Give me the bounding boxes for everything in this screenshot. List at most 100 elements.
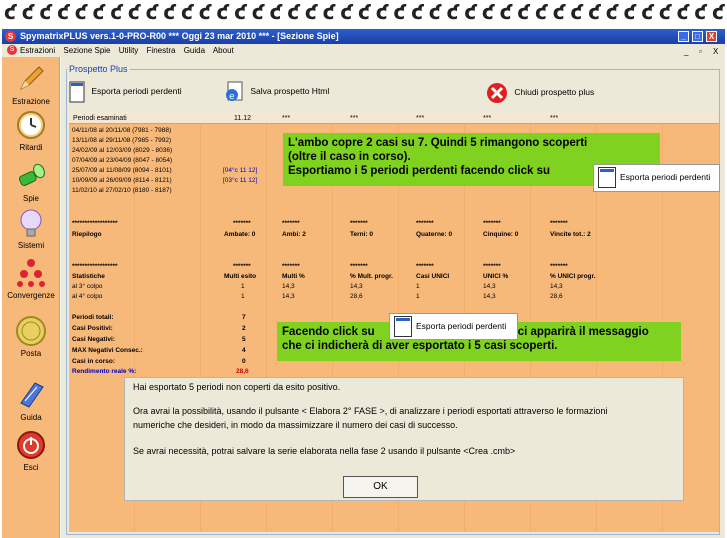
spiral-ring-icon: ƈ (517, 0, 530, 24)
table-row: 07/04/09 al 23/04/09 (8047 - 8054) (72, 157, 173, 164)
summary-label: Casi Positivi: (72, 325, 113, 332)
sidebar-item-sistemi[interactable]: Sistemi (2, 207, 60, 250)
sidebar-item-posta[interactable]: Posta (2, 315, 60, 358)
stat-cell: 14,3 (350, 283, 363, 290)
menu-sezione-spie[interactable]: Sezione Spie (63, 46, 110, 55)
sidebar-item-label: Guida (20, 413, 42, 422)
document-icon (598, 167, 616, 188)
spiral-ring-icon: ƈ (21, 0, 34, 24)
stat-header: Statistiche (72, 273, 105, 280)
menu-guida[interactable]: Guida (184, 46, 205, 55)
app-menu-icon[interactable]: S (7, 45, 17, 55)
spiral-ring-icon: ƈ (552, 0, 565, 24)
stat-header: Multi % (282, 273, 305, 280)
separator-row: ****************** (72, 263, 118, 270)
ok-button[interactable]: OK (343, 476, 418, 498)
spiral-ring-icon: ƈ (428, 0, 441, 24)
spiral-ring-icon: ƈ (499, 0, 512, 24)
app-icon: S (5, 31, 16, 42)
spiral-ring-icon: ƈ (181, 0, 193, 24)
sidebar-item-esci[interactable]: Esci (2, 429, 60, 472)
separator-cell: ******* (483, 263, 501, 270)
stat-cell: 14,3 (483, 293, 496, 300)
spiral-ring-icon: ƈ (446, 0, 459, 24)
spiral-ring-icon: ƈ (358, 0, 370, 24)
spiral-ring-icon: ƈ (304, 0, 317, 24)
dialog-line-1: Hai esportato 5 periodi non coperti da e… (133, 382, 341, 392)
separator-cell: ******* (282, 263, 300, 270)
table-row: 13/11/08 al 29/11/08 (7985 - 7992) (72, 137, 172, 144)
separator-cell: ******* (282, 220, 300, 227)
sidebar-item-label: Convergenze (7, 291, 55, 300)
spiral-ring-icon: ƈ (110, 0, 123, 24)
spiral-ring-icon: ƈ (234, 0, 246, 24)
dialog-line-2: Ora avrai la possibilità, usando il puls… (133, 406, 608, 416)
export-losing-periods-button[interactable]: Esporta periodi perdenti (69, 81, 182, 103)
close-window-button[interactable]: X (706, 31, 717, 42)
period-hit: [03°c 11 12] (223, 177, 258, 184)
spiral-ring-icon: ƈ (570, 0, 583, 24)
summary-value: 2 (242, 325, 246, 332)
document-icon (69, 81, 85, 103)
spiral-ring-icon: ƈ (712, 0, 724, 24)
menu-about[interactable]: About (213, 46, 234, 55)
stat-cell: 14,3 (483, 283, 496, 290)
stat-cell: 1 (416, 293, 420, 300)
sidebar-item-convergenze[interactable]: Convergenze (2, 257, 60, 300)
riepilogo-ambate: Ambate: 0 (224, 231, 256, 238)
stat-header: % Mult. progr. (350, 273, 393, 280)
riepilogo-quaterne: Quaterne: 0 (416, 231, 453, 238)
spiral-ring-icon: ƈ (39, 0, 52, 24)
separator-cell: ******* (550, 263, 568, 270)
summary-label: Periodi totali: (72, 314, 114, 321)
spiral-ring-icon: ƈ (198, 0, 211, 24)
sidebar-item-label: Esci (23, 463, 39, 472)
spiral-ring-icon: ƈ (92, 0, 105, 24)
spiral-ring-icon: ƈ (641, 0, 654, 24)
table-row: 24/02/09 al 12/03/09 (8029 - 8036) (72, 147, 173, 154)
spiral-ring-icon: ƈ (694, 0, 707, 24)
stat-cell: 14,3 (282, 293, 295, 300)
callout-export-button-image: Esporta periodi perdenti (593, 164, 720, 192)
riepilogo-ambi: Ambi: 2 (282, 231, 306, 238)
spiral-ring-icon: ƈ (605, 0, 618, 24)
menu-estrazioni[interactable]: Estrazioni (20, 46, 55, 55)
lightbulb-icon (20, 209, 42, 237)
svg-text:e: e (229, 92, 235, 102)
header-col4: *** (416, 115, 425, 122)
stat-cell: 28,6 (550, 293, 563, 300)
close-icon (487, 83, 507, 103)
sidebar: Estrazione Ritardi Spie Sistemi Converge… (2, 57, 60, 538)
coin-icon (16, 316, 46, 346)
spiral-ring-icon: ƈ (163, 0, 176, 24)
table-row: 04/11/08 al 20/11/08 (7981 - 7988) (72, 127, 172, 134)
table-row: 25/07/09 al 11/08/09 (8094 - 8101) (72, 167, 172, 174)
sidebar-item-estrazione[interactable]: Estrazione (2, 63, 60, 106)
sidebar-item-guida[interactable]: Guida (2, 379, 60, 422)
spiral-ring-icon: ƈ (676, 0, 689, 24)
spiral-ring-icon: ƈ (535, 0, 547, 24)
sidebar-item-ritardi[interactable]: Ritardi (2, 109, 60, 152)
menu-utility[interactable]: Utility (119, 46, 139, 55)
summary-value: 4 (242, 347, 246, 354)
header-col6: *** (550, 115, 559, 122)
separator-cell: ******* (350, 263, 368, 270)
separator-cell: ******* (416, 220, 434, 227)
menu-finestra[interactable]: Finestra (147, 46, 176, 55)
spiral-ring-icon: ƈ (375, 0, 388, 24)
sidebar-item-label: Spie (22, 194, 39, 203)
spiral-ring-icon: ƈ (287, 0, 300, 24)
close-prospetto-button[interactable]: Chiudi prospetto plus (486, 82, 594, 104)
header-col5: *** (483, 115, 492, 122)
document-icon (394, 316, 412, 337)
spiral-ring-icon: ƈ (588, 0, 600, 24)
separator-cell: ******* (416, 263, 434, 270)
maximize-button[interactable]: □ (692, 31, 703, 42)
spiral-ring-icon: ƈ (481, 0, 494, 24)
minimize-button[interactable]: _ (678, 31, 689, 42)
sidebar-item-spie[interactable]: Spie (2, 160, 60, 203)
summary-value: 5 (242, 336, 246, 343)
save-html-button[interactable]: e Salva prospetto Html (224, 81, 329, 103)
stat-header: Casi UNICI (416, 273, 450, 280)
table-header (69, 112, 719, 124)
